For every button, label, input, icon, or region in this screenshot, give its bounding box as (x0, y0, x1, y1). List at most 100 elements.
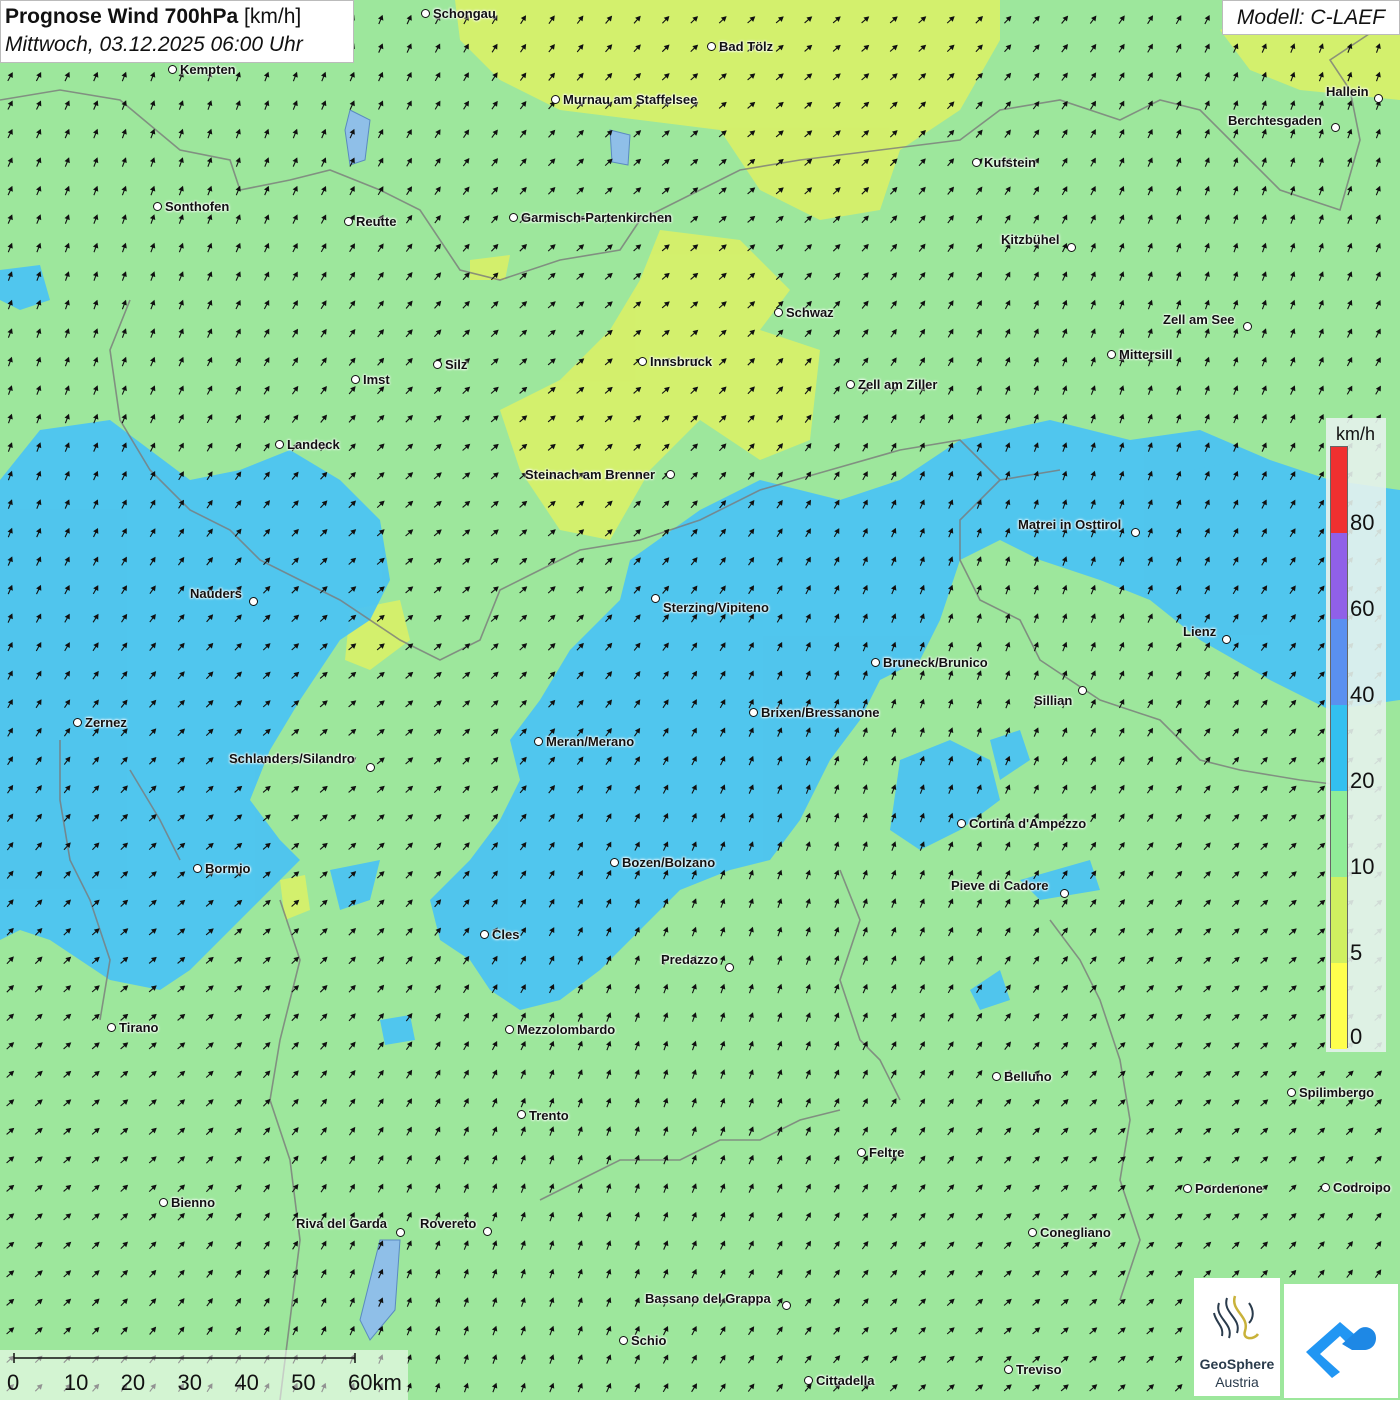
wind-arrow-head (1062, 157, 1068, 164)
wind-arrow-head (64, 299, 70, 306)
wind-arrow-head (1347, 157, 1353, 164)
wind-arrow-head (1062, 413, 1068, 420)
place-label: Berchtesgaden (1228, 114, 1340, 132)
wind-arrow-head (1119, 613, 1125, 620)
wind-arrow-head (662, 1040, 669, 1047)
wind-arrow-head (748, 1040, 754, 1047)
wind-arrow-head (93, 185, 99, 192)
wind-arrow-head (1062, 584, 1068, 591)
scale-tick-label: 10 (63, 1370, 89, 1395)
wind-arrow-head (834, 1069, 840, 1076)
place-label: Zernez (73, 716, 127, 730)
wind-arrow-head (748, 1183, 754, 1190)
wind-arrow-head (406, 14, 412, 21)
wind-arrow-head (178, 242, 184, 249)
wind-arrow-head (178, 328, 184, 335)
wind-arrow-head (748, 1126, 754, 1133)
wind-arrow-head (976, 727, 982, 734)
wind-arrow-head (207, 356, 213, 363)
wind-arrow-head (1090, 584, 1096, 591)
wind-arrow-head (891, 983, 897, 990)
wind-arrow-head (1318, 242, 1324, 249)
place-label: Treviso (1004, 1363, 1062, 1377)
wind-arrow-head (834, 1097, 840, 1104)
wind-arrow-head (292, 128, 298, 135)
wind-arrow-head (948, 927, 954, 933)
wind-arrow-head (1062, 214, 1068, 221)
wind-arrow-head (1090, 328, 1096, 335)
wind-arrow-head (349, 71, 355, 78)
wind-arrow-head (834, 926, 840, 933)
wind-arrow-head (520, 1097, 526, 1104)
wind-arrow-head (748, 955, 754, 962)
wind-arrow-head (976, 841, 982, 848)
wind-arrow-head (606, 1268, 612, 1275)
wind-arrow-head (121, 214, 127, 221)
wind-arrow-head (891, 442, 897, 449)
wind-arrow-head (805, 1069, 811, 1076)
wind-arrow-head (1119, 641, 1125, 648)
scale-bar: 0 10 20 30 40 50 60km (0, 1350, 408, 1400)
wind-arrow-head (235, 100, 241, 107)
wind-arrow-head (435, 1069, 441, 1076)
wind-arrow-head (634, 1211, 640, 1218)
wind-arrow-head (64, 157, 70, 164)
wind-arrow-head (150, 413, 156, 420)
wind-arrow-head (463, 1382, 469, 1389)
wind-arrow-head (520, 1325, 526, 1332)
wind-arrow-head (235, 299, 241, 306)
wind-arrow-head (1033, 670, 1039, 677)
wind-arrow-head (7, 214, 13, 221)
wind-arrow-head (1176, 642, 1182, 649)
wind-arrow-head (1176, 413, 1182, 420)
wind-arrow-head (577, 1126, 583, 1133)
wind-arrow-head (1147, 670, 1153, 677)
wind-arrow-head (1005, 214, 1011, 221)
wind-arrow-head (720, 1354, 726, 1361)
legend-color-bar (1330, 446, 1348, 1049)
wind-arrow-head (463, 1268, 469, 1275)
wind-arrow-head (520, 1040, 526, 1047)
wind-arrow-head (577, 1154, 583, 1161)
wind-arrow-head (549, 1154, 555, 1161)
wind-arrow-head (64, 214, 70, 221)
wind-arrow-head (463, 1012, 469, 1019)
wind-arrow-head (321, 328, 327, 335)
wind-arrow-head (1176, 242, 1182, 249)
color-legend: km/h 0 5 10 20 40 60 80 (1326, 418, 1386, 1052)
wind-arrow-head (406, 1382, 412, 1389)
wind-arrow-head (36, 157, 42, 164)
wind-arrow-head (1062, 129, 1068, 136)
wind-arrow-head (235, 271, 241, 278)
wind-arrow-head (1233, 413, 1239, 420)
wind-arrow-head (264, 100, 270, 107)
wind-arrow-head (1033, 271, 1039, 278)
wind-arrow-head (1318, 157, 1324, 164)
wind-arrow-head (976, 357, 982, 363)
place-label: Cles (480, 928, 519, 942)
logo-name: GeoSphere (1199, 1356, 1275, 1372)
wind-map[interactable]: Schongau Bad Tölz Kempten Murnau am Staf… (0, 0, 1400, 1400)
wind-arrow-head (891, 841, 897, 848)
wind-arrow-head (7, 72, 13, 79)
wind-arrow-head (378, 1183, 384, 1190)
legend-tick-label: 60 (1350, 596, 1375, 621)
wind-arrow-head (890, 755, 897, 762)
wind-arrow-head (206, 157, 213, 164)
wind-arrow-head (292, 300, 298, 307)
wind-arrow-head (7, 442, 13, 449)
wind-arrow-head (264, 214, 270, 221)
wind-arrow-head (435, 1268, 441, 1275)
legend-segment (1331, 705, 1347, 791)
wind-arrow-head (492, 1040, 498, 1047)
wind-arrow-head (1033, 186, 1039, 193)
wind-arrow-head (1232, 242, 1239, 249)
wind-arrow-head (662, 1240, 669, 1247)
wind-arrow-head (349, 1240, 355, 1247)
wind-arrow-head (890, 698, 897, 705)
wind-arrow-head (264, 357, 270, 364)
wind-arrow-head (548, 1069, 555, 1076)
wind-arrow-head (976, 955, 982, 962)
wind-arrow-head (976, 556, 982, 563)
map-title: Prognose Wind 700hPa [km/h] (5, 3, 349, 31)
